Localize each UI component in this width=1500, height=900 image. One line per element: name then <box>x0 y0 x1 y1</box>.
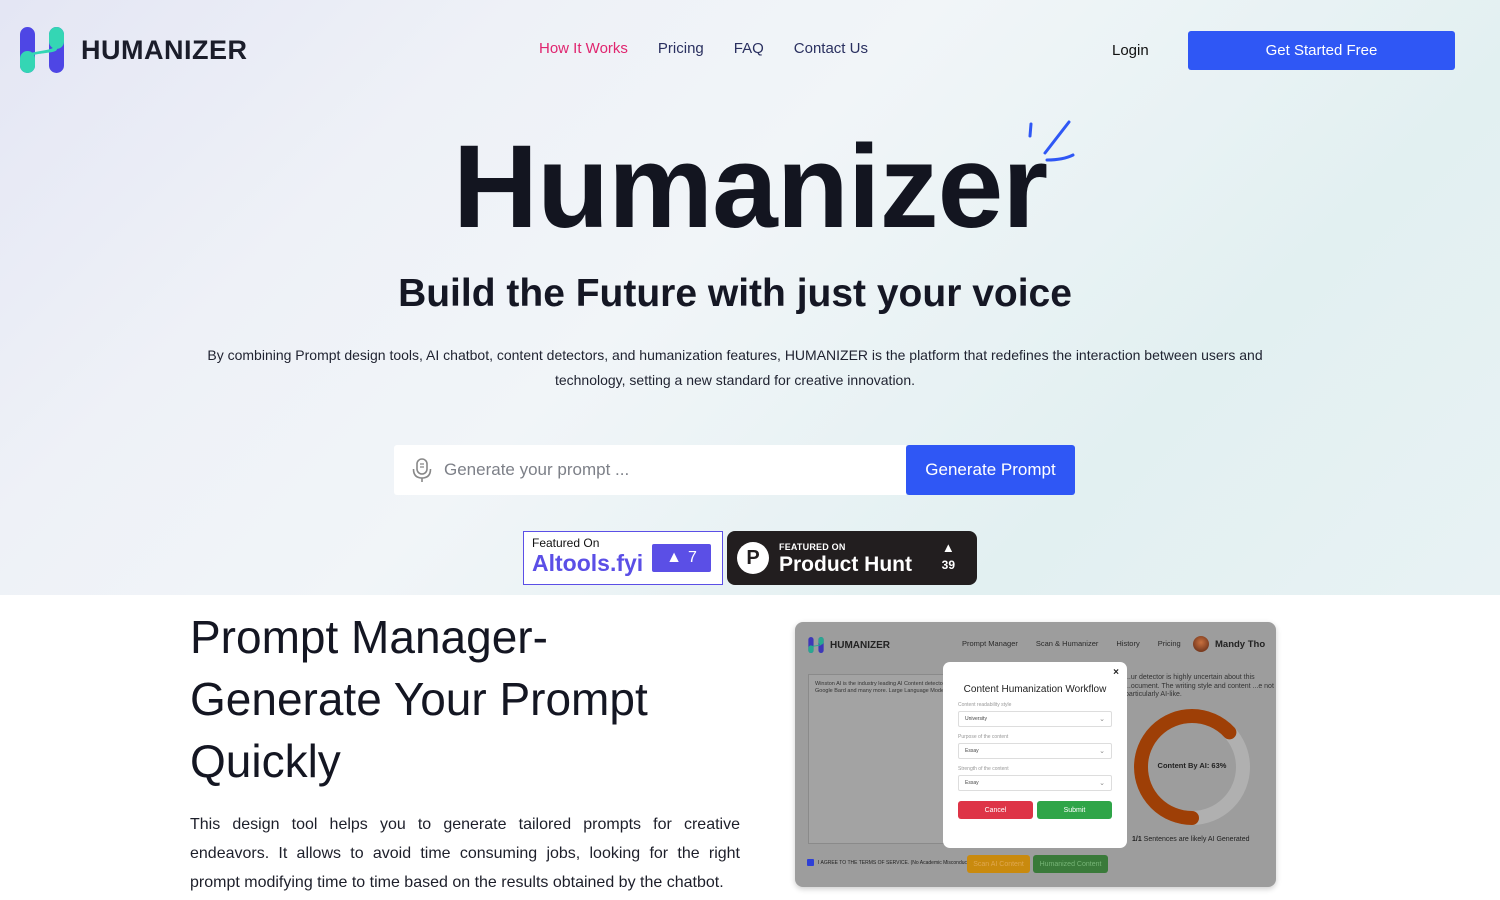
mock-agree-checkbox <box>807 859 814 866</box>
get-started-button[interactable]: Get Started Free <box>1188 31 1455 70</box>
mock-field-label: Strength of the content <box>958 766 1009 772</box>
mock-scan-button: Scan AI Content <box>967 855 1030 873</box>
mock-field-label: Content readability style <box>958 702 1012 708</box>
nav-faq[interactable]: FAQ <box>734 40 764 57</box>
mock-select-value: University <box>965 716 987 722</box>
mock-nav-prompt-manager: Prompt Manager <box>962 639 1018 648</box>
mock-sentences-count: 1/1 <box>1132 836 1142 843</box>
mock-logo-icon <box>808 637 824 653</box>
hero-description: By combining Prompt design tools, AI cha… <box>207 347 1263 388</box>
chevron-down-icon: ⌄ <box>1099 780 1105 787</box>
hero-title: Humanizer <box>452 121 1048 253</box>
sparkle-icon <box>1028 120 1075 162</box>
mock-sentences-text: Sentences are likely AI Generated <box>1141 836 1250 843</box>
aitools-count: 7 <box>687 549 697 566</box>
mock-cancel-button: Cancel <box>958 801 1033 819</box>
producthunt-vote-count: 39 <box>941 558 955 572</box>
mock-brand: HUMANIZER <box>830 639 890 651</box>
prompt-bar: Generate Prompt <box>394 445 1075 495</box>
mock-select: University ⌄ <box>958 711 1112 727</box>
mock-nav: Prompt Manager Scan & Humanizer History … <box>962 639 1181 648</box>
microphone-icon[interactable] <box>410 457 434 483</box>
mock-nav-scan-humanizer: Scan & Humanizer <box>1035 639 1099 648</box>
main-nav: How It Works Pricing FAQ Contact Us <box>539 40 868 57</box>
chevron-down-icon: ⌄ <box>1099 716 1105 723</box>
producthunt-logo-icon: P <box>737 542 769 574</box>
mock-modal: × Content Humanization Workflow Content … <box>943 662 1127 848</box>
mock-submit-button: Submit <box>1037 801 1112 819</box>
mock-nav-history: History <box>1116 639 1140 648</box>
producthunt-badge[interactable]: P FEATURED ON Product Hunt ▲ 39 <box>727 531 977 585</box>
logo[interactable]: HUMANIZER <box>19 27 248 73</box>
prompt-input[interactable] <box>444 460 884 480</box>
nav-contact-us[interactable]: Contact Us <box>794 40 868 57</box>
aitools-count-box: ▲ 7 <box>652 544 711 572</box>
aitools-triangle-icon: ▲ <box>666 549 682 566</box>
mock-user-name: Mandy Tho <box>1215 638 1266 650</box>
generate-prompt-button[interactable]: Generate Prompt <box>906 445 1075 495</box>
mock-select-value: Essay <box>965 780 979 786</box>
chevron-down-icon: ⌄ <box>1099 748 1105 755</box>
mock-avatar <box>1193 636 1209 652</box>
mock-sentences: 1/1 Sentences are likely AI Generated <box>1132 836 1250 843</box>
login-link[interactable]: Login <box>1112 42 1149 59</box>
upvote-icon: ▲ <box>941 540 955 555</box>
mock-user: Mandy Tho <box>1193 636 1265 652</box>
logo-text: HUMANIZER <box>81 34 248 65</box>
mock-field-label: Purpose of the content <box>958 734 1009 740</box>
mock-agree: I AGREE TO THE TERMS OF SERVICE. (No Aca… <box>807 859 970 866</box>
prompt-input-wrapper <box>394 445 906 495</box>
close-icon: × <box>1113 667 1119 678</box>
humanizer-logo-icon <box>20 27 64 73</box>
producthunt-text: FEATURED ON Product Hunt <box>779 542 912 575</box>
aitools-badge[interactable]: Featured On Altools.fyi ▲ 7 <box>523 531 723 585</box>
mock-agree-text: I AGREE TO THE TERMS OF SERVICE. (No Aca… <box>818 859 971 866</box>
nav-pricing[interactable]: Pricing <box>658 40 704 57</box>
mock-detector-text: ...ur detector is highly uncertain about… <box>1125 674 1274 698</box>
producthunt-name: Product Hunt <box>779 552 912 576</box>
mock-select-value: Essay <box>965 748 979 754</box>
mock-modal-title: Content Humanization Workflow <box>963 684 1107 695</box>
section-title: Prompt Manager- Generate Your Prompt Qui… <box>190 611 648 787</box>
section-body: This design tool helps you to generate t… <box>190 816 740 891</box>
hero-subtitle: Build the Future with just your voice <box>398 272 1072 315</box>
mock-select: Essay ⌄ <box>958 775 1112 791</box>
mock-modal-buttons: Cancel Submit <box>958 801 1112 819</box>
mock-humanize-button: Humanized Content <box>1033 855 1108 873</box>
mock-select: Essay ⌄ <box>958 743 1112 759</box>
mock-nav-pricing: Pricing <box>1157 639 1181 648</box>
mock-logo: HUMANIZER <box>808 637 890 653</box>
app-preview-screenshot: HUMANIZER Prompt Manager Scan & Humanize… <box>795 622 1276 887</box>
producthunt-votes: ▲ 39 <box>942 541 955 572</box>
nav-how-it-works[interactable]: How It Works <box>539 40 628 57</box>
donut-label: Content By AI: 63% <box>1157 761 1227 770</box>
producthunt-featured-text: FEATURED ON <box>779 541 846 552</box>
